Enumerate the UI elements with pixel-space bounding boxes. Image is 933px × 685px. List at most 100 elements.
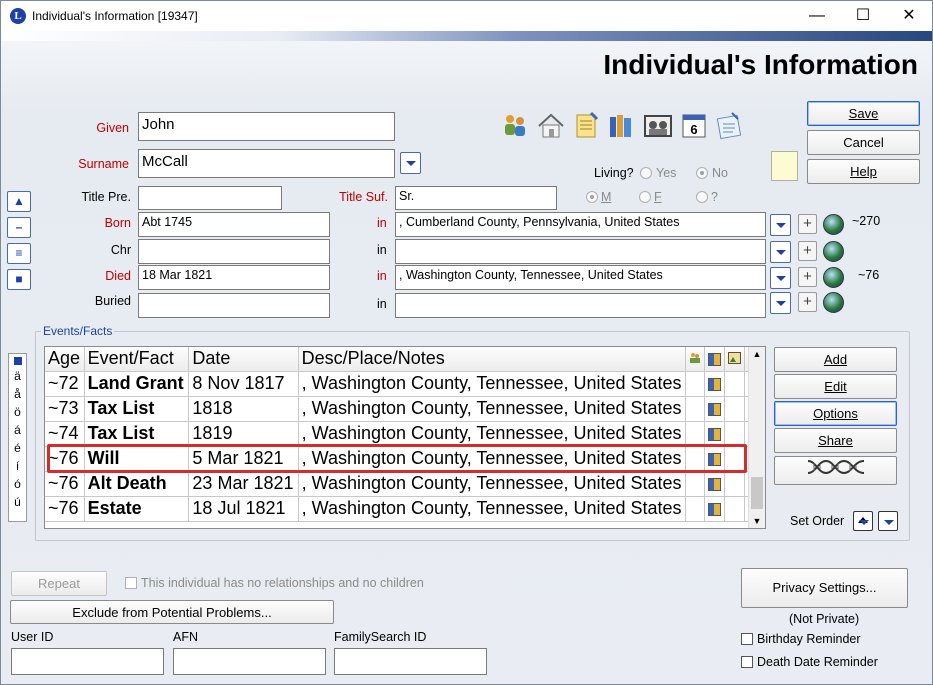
familysearch-id-input[interactable] bbox=[334, 648, 487, 675]
title-suf-input[interactable]: Sr. bbox=[395, 186, 557, 210]
color-flag-swatch[interactable] bbox=[771, 151, 798, 181]
table-row[interactable]: ~72 Land Grant 8 Nov 1817 , Washington C… bbox=[45, 371, 765, 397]
collapse-button[interactable]: – bbox=[7, 217, 31, 238]
chr-place-dropdown[interactable] bbox=[770, 241, 791, 263]
buried-place-input[interactable] bbox=[395, 293, 766, 318]
surname-input[interactable]: McCall bbox=[138, 149, 395, 178]
source-book-icon bbox=[704, 496, 725, 522]
col-header-age[interactable]: Age bbox=[45, 347, 85, 372]
accent-char[interactable]: ä bbox=[9, 367, 26, 385]
save-button[interactable]: Save bbox=[807, 101, 920, 126]
family-icon[interactable] bbox=[501, 111, 531, 141]
accent-char[interactable]: ó bbox=[9, 475, 26, 493]
sex-male-radio[interactable] bbox=[586, 191, 598, 203]
add-event-button[interactable]: Add bbox=[774, 347, 897, 372]
privacy-settings-button[interactable]: Privacy Settings... bbox=[741, 568, 908, 608]
options-button[interactable]: Options bbox=[774, 401, 897, 426]
table-row[interactable]: ~74 Tax List 1819 , Washington County, T… bbox=[45, 421, 765, 447]
buried-place-dropdown[interactable] bbox=[770, 292, 791, 314]
living-no-radio[interactable] bbox=[696, 167, 708, 179]
sources-books-icon[interactable] bbox=[606, 111, 636, 141]
home-icon[interactable] bbox=[536, 111, 566, 141]
afn-input[interactable] bbox=[173, 648, 326, 675]
todo-list-icon[interactable] bbox=[714, 111, 744, 141]
events-scrollbar[interactable]: ▲ ▼ bbox=[748, 347, 765, 528]
share-button[interactable]: Share bbox=[774, 428, 897, 453]
events-table[interactable]: Age Event/Fact Date Desc/Place/Notes ~72… bbox=[44, 346, 766, 529]
scroll-thumb[interactable] bbox=[751, 477, 763, 509]
set-order-label: Set Order bbox=[790, 514, 845, 528]
col-header-place[interactable]: Desc/Place/Notes bbox=[298, 347, 686, 372]
buried-label: Buried bbox=[94, 294, 131, 308]
repeat-button[interactable]: Repeat bbox=[11, 571, 107, 596]
born-label: Born bbox=[104, 216, 131, 230]
title-suf-label: Title Suf. bbox=[339, 190, 388, 204]
born-age-text: ~270 bbox=[852, 214, 881, 228]
birthday-reminder-checkbox[interactable] bbox=[741, 633, 753, 645]
died-place-input[interactable]: , Washington County, Tennessee, United S… bbox=[395, 265, 766, 290]
born-add-button[interactable]: + bbox=[798, 214, 817, 234]
accent-char[interactable]: ö bbox=[9, 403, 26, 421]
notes-icon[interactable] bbox=[571, 111, 601, 141]
chr-add-button[interactable]: + bbox=[798, 241, 817, 261]
edit-event-button[interactable]: Edit bbox=[774, 374, 897, 399]
title-pre-input[interactable] bbox=[138, 186, 282, 210]
scroll-up-icon[interactable]: ▲ bbox=[749, 347, 765, 361]
media-picture-icon[interactable] bbox=[643, 111, 673, 141]
accent-char[interactable]: á bbox=[9, 421, 26, 439]
sex-female-radio[interactable] bbox=[639, 191, 651, 203]
died-globe-icon[interactable] bbox=[823, 267, 844, 288]
born-place-input[interactable]: , Cumberland County, Pennsylvania, Unite… bbox=[395, 212, 766, 237]
move-up-button[interactable]: ▲ bbox=[7, 191, 31, 212]
living-yes-radio[interactable] bbox=[640, 167, 652, 179]
cancel-button[interactable]: Cancel bbox=[807, 130, 920, 155]
calendar-icon[interactable]: 6 bbox=[679, 111, 709, 141]
given-input[interactable]: John bbox=[138, 112, 395, 141]
accent-char[interactable]: ú bbox=[9, 493, 26, 511]
died-place-dropdown[interactable] bbox=[770, 267, 791, 289]
order-down-button[interactable] bbox=[878, 511, 898, 531]
buried-globe-icon[interactable] bbox=[823, 292, 844, 313]
died-in-label: in bbox=[377, 269, 387, 283]
born-place-dropdown[interactable] bbox=[770, 214, 791, 236]
events-facts-title: Events/Facts bbox=[41, 324, 115, 338]
died-add-button[interactable]: + bbox=[798, 267, 817, 287]
surname-dropdown-button[interactable] bbox=[400, 152, 421, 174]
accent-char[interactable]: å bbox=[9, 385, 26, 403]
sex-unknown-radio[interactable] bbox=[696, 191, 708, 203]
app-logo-icon: L bbox=[10, 8, 26, 24]
col-header-event[interactable]: Event/Fact bbox=[84, 347, 190, 372]
table-header-row: Age Event/Fact Date Desc/Place/Notes bbox=[45, 347, 765, 372]
close-button[interactable]: ✕ bbox=[886, 1, 932, 31]
accent-char[interactable]: í bbox=[9, 457, 26, 475]
dna-button[interactable] bbox=[774, 456, 897, 485]
source-book-icon bbox=[704, 471, 725, 497]
user-id-input[interactable] bbox=[11, 648, 164, 675]
born-date-input[interactable]: Abt 1745 bbox=[138, 212, 330, 237]
help-button[interactable]: Help bbox=[807, 159, 920, 184]
maximize-button[interactable]: ☐ bbox=[840, 1, 886, 31]
chr-place-input[interactable] bbox=[395, 239, 766, 264]
buried-add-button[interactable]: + bbox=[798, 292, 817, 312]
table-row[interactable]: ~73 Tax List 1818 , Washington County, T… bbox=[45, 396, 765, 422]
minimize-button[interactable]: — bbox=[794, 1, 840, 31]
list-view-button[interactable]: ≡ bbox=[7, 243, 31, 264]
death-date-reminder-checkbox[interactable] bbox=[741, 656, 753, 668]
chr-globe-icon[interactable] bbox=[823, 241, 844, 262]
accent-char[interactable]: é bbox=[9, 439, 26, 457]
exclude-problems-button[interactable]: Exclude from Potential Problems... bbox=[10, 600, 334, 624]
order-up-button[interactable] bbox=[853, 511, 873, 531]
died-label: Died bbox=[105, 269, 131, 283]
table-row[interactable]: ~76 Estate 18 Jul 1821 , Washington Coun… bbox=[45, 496, 765, 522]
stop-button[interactable]: ■ bbox=[7, 269, 31, 290]
col-header-date[interactable]: Date bbox=[188, 347, 299, 372]
table-row[interactable]: ~76 Alt Death 23 Mar 1821 , Washington C… bbox=[45, 471, 765, 497]
scroll-down-icon[interactable]: ▼ bbox=[749, 514, 765, 528]
died-date-input[interactable]: 18 Mar 1821 bbox=[138, 265, 330, 290]
no-relationships-checkbox[interactable] bbox=[125, 577, 137, 589]
chr-in-label: in bbox=[377, 243, 387, 257]
chr-date-input[interactable] bbox=[138, 239, 330, 264]
born-globe-icon[interactable] bbox=[823, 214, 844, 235]
buried-date-input[interactable] bbox=[138, 293, 330, 318]
given-label: Given bbox=[96, 121, 129, 135]
